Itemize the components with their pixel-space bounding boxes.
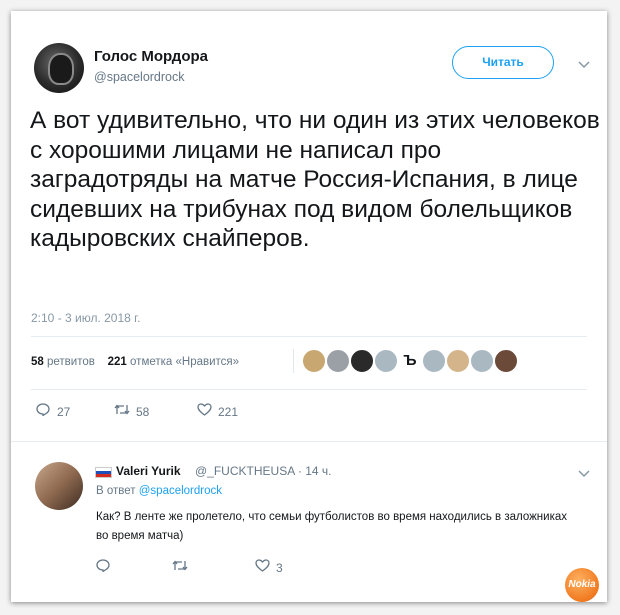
divider [11, 441, 607, 442]
stats-divider [293, 349, 294, 373]
author-avatar[interactable] [34, 43, 84, 93]
divider [31, 389, 587, 390]
retweets-count[interactable]: 58 [31, 356, 44, 368]
liker-avatar[interactable]: Ъ [397, 348, 423, 374]
author-handle[interactable]: @spacelordrock [94, 70, 185, 84]
liker-avatar[interactable] [349, 348, 375, 374]
reply-icon [95, 559, 111, 575]
retweets-label[interactable]: ретвитов [47, 356, 95, 368]
watermark-logo: Nokia [565, 568, 599, 602]
reply-author-handle[interactable]: @_FUCKTHEUSA · 14 ч. [195, 464, 331, 478]
liker-avatar[interactable] [493, 348, 519, 374]
likes-label[interactable]: отметка «Нравится» [130, 356, 239, 368]
reply-icon [35, 403, 51, 419]
reply-retweet-action[interactable] [172, 559, 194, 575]
tweet-text: А вот удивительно, что ни один из этих ч… [30, 107, 600, 252]
reply-count: 27 [57, 405, 71, 419]
tweet-timestamp[interactable]: 2:10 - 3 июл. 2018 г. [31, 311, 140, 325]
heart-icon [196, 403, 212, 419]
reply-like-action[interactable]: 3 [254, 559, 283, 575]
liker-avatar[interactable] [445, 348, 471, 374]
liker-avatar-glyph: Ъ [403, 352, 417, 369]
reply-chevron-down-icon[interactable] [578, 466, 590, 481]
retweet-icon [172, 559, 188, 575]
liker-avatar[interactable] [301, 348, 327, 374]
divider [31, 336, 587, 337]
like-count: 221 [218, 405, 239, 419]
retweet-count: 58 [136, 405, 150, 419]
reply-to-prefix: В ответ [96, 485, 136, 497]
reply-action[interactable]: 27 [35, 403, 70, 419]
liker-avatar[interactable] [469, 348, 495, 374]
like-action[interactable]: 221 [196, 403, 238, 419]
follow-button[interactable]: Читать [452, 46, 554, 79]
author-name[interactable]: Голос Мордора [94, 48, 208, 65]
likes-count[interactable]: 221 [108, 356, 127, 368]
retweet-action[interactable]: 58 [114, 403, 149, 419]
reply-to-handle[interactable]: @spacelordrock [139, 485, 222, 497]
liker-avatar[interactable] [325, 348, 351, 374]
reply-author-avatar[interactable] [35, 462, 83, 510]
engagement-stats: 58 ретвитов 221 отметка «Нравится» [31, 356, 239, 368]
reply-text: Как? В ленте же пролетело, что семьи фут… [96, 511, 567, 542]
liker-avatar[interactable] [421, 348, 447, 374]
liker-avatar[interactable] [373, 348, 399, 374]
tweet-card: Голос Мордора @spacelordrock Читать А во… [11, 11, 607, 602]
heart-icon [254, 559, 270, 575]
reply-like-count: 3 [276, 561, 283, 575]
russia-flag-icon [95, 467, 112, 478]
reply-reply-action[interactable] [95, 559, 117, 575]
retweet-icon [114, 403, 130, 419]
chevron-down-icon[interactable] [578, 57, 590, 72]
reply-to-line: В ответ @spacelordrock [96, 485, 222, 497]
reply-author-name[interactable]: Valeri Yurik [116, 464, 181, 478]
